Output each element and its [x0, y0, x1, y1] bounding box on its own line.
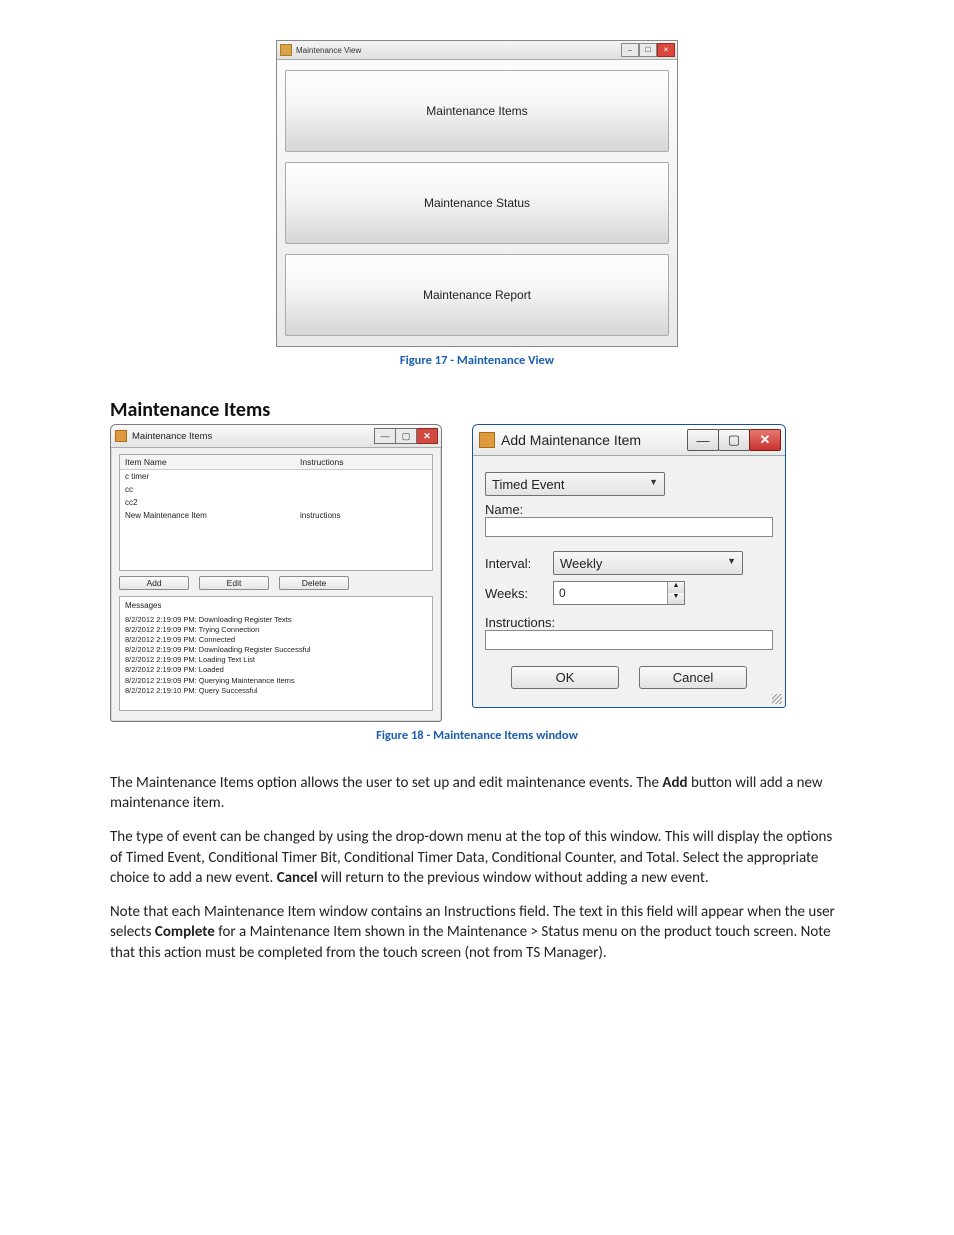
col-header-name: Item Name	[120, 455, 295, 469]
maximize-button[interactable]: ☐	[639, 43, 657, 57]
ok-button[interactable]: OK	[511, 666, 619, 689]
window-title: Add Maintenance Item	[501, 432, 641, 448]
stepper-up-icon[interactable]: ▲	[668, 582, 684, 593]
interval-label: Interval:	[485, 556, 545, 571]
messages-label: Messages	[125, 601, 427, 612]
cancel-button[interactable]: Cancel	[639, 666, 747, 689]
maintenance-items-button[interactable]: Maintenance Items	[285, 70, 669, 152]
bold-add: Add	[662, 774, 687, 792]
cell-instructions	[295, 496, 432, 509]
items-list[interactable]: Item Name Instructions c timer cc cc2 Ne…	[119, 454, 433, 571]
message-line: 8/2/2012 2:19:09 PM: Downloading Registe…	[125, 645, 427, 655]
minimize-button[interactable]: –	[621, 43, 639, 57]
event-type-value: Timed Event	[492, 477, 565, 492]
list-row[interactable]: c timer	[120, 470, 432, 483]
weeks-value: 0	[554, 582, 667, 604]
instructions-input[interactable]	[485, 630, 773, 650]
edit-button[interactable]: Edit	[199, 576, 269, 590]
cell-instructions	[295, 483, 432, 496]
paragraph-1: The Maintenance Items option allows the …	[110, 773, 844, 814]
interval-value: Weekly	[560, 556, 602, 571]
text: will return to the previous window witho…	[318, 869, 709, 887]
resize-grip-icon[interactable]	[772, 694, 782, 704]
col-header-instructions: Instructions	[295, 455, 432, 469]
window-titlebar: Maintenance View – ☐ ✕	[277, 41, 677, 60]
bold-cancel: Cancel	[277, 869, 318, 887]
list-row[interactable]: cc	[120, 483, 432, 496]
window-controls: – ☐ ✕	[621, 43, 675, 57]
cell-instructions	[295, 470, 432, 483]
figure-caption: Figure 18 - Maintenance Items window	[110, 728, 844, 743]
list-row[interactable]: cc2	[120, 496, 432, 509]
minimize-button[interactable]: —	[687, 429, 719, 451]
delete-button[interactable]: Delete	[279, 576, 349, 590]
window-body: Item Name Instructions c timer cc cc2 Ne…	[111, 448, 441, 721]
app-icon	[280, 44, 292, 56]
cell-name: cc2	[120, 496, 295, 509]
close-button[interactable]: ✕	[657, 43, 675, 57]
figure-18-row: Maintenance Items — ▢ ✕ Item Name Instru…	[110, 424, 844, 722]
interval-select[interactable]: Weekly	[553, 551, 743, 575]
stepper-down-icon[interactable]: ▼	[668, 593, 684, 604]
window-title: Maintenance Items	[132, 431, 212, 442]
message-line: 8/2/2012 2:19:09 PM: Loading Text List	[125, 655, 427, 665]
button-label: Maintenance Items	[426, 104, 527, 118]
window-titlebar: Maintenance Items — ▢ ✕	[111, 425, 441, 448]
cell-name: New Maintenance Item	[120, 509, 295, 522]
message-line: 8/2/2012 2:19:10 PM: Query Successful	[125, 686, 427, 696]
add-maintenance-item-window: Add Maintenance Item — ▢ ✕ Timed Event N…	[472, 424, 786, 708]
app-icon	[479, 432, 495, 448]
maximize-button[interactable]: ▢	[718, 429, 750, 451]
message-line: 8/2/2012 2:19:09 PM: Trying Connection	[125, 625, 427, 635]
paragraph-3: Note that each Maintenance Item window c…	[110, 902, 844, 963]
window-title: Maintenance View	[296, 46, 361, 55]
instructions-label: Instructions:	[485, 615, 773, 630]
text: for a Maintenance Item shown in the Main…	[110, 923, 831, 961]
text: The Maintenance Items option allows the …	[110, 774, 662, 792]
stepper-arrows: ▲ ▼	[667, 582, 684, 604]
close-button[interactable]: ✕	[749, 429, 781, 451]
messages-panel: Messages 8/2/2012 2:19:09 PM: Downloadin…	[119, 596, 433, 711]
maintenance-view-window: Maintenance View – ☐ ✕ Maintenance Items…	[276, 40, 678, 347]
maximize-button[interactable]: ▢	[396, 428, 417, 444]
maintenance-status-button[interactable]: Maintenance Status	[285, 162, 669, 244]
bold-complete: Complete	[155, 923, 215, 941]
button-label: Maintenance Report	[423, 288, 531, 302]
app-icon	[115, 430, 127, 442]
window-titlebar: Add Maintenance Item — ▢ ✕	[473, 425, 785, 456]
button-label: Maintenance Status	[424, 196, 530, 210]
figure-caption: Figure 17 - Maintenance View	[110, 353, 844, 368]
close-button[interactable]: ✕	[417, 428, 438, 444]
list-button-row: Add Edit Delete	[119, 576, 433, 590]
name-label: Name:	[485, 502, 773, 517]
message-line: 8/2/2012 2:19:09 PM: Querying Maintenanc…	[125, 676, 427, 686]
cell-name: c timer	[120, 470, 295, 483]
name-input[interactable]	[485, 517, 773, 537]
minimize-button[interactable]: —	[374, 428, 396, 444]
event-type-select[interactable]: Timed Event	[485, 472, 665, 496]
list-row[interactable]: New Maintenance Item instructions	[120, 509, 432, 522]
maintenance-items-window: Maintenance Items — ▢ ✕ Item Name Instru…	[110, 424, 442, 722]
window-controls: — ▢ ✕	[687, 429, 781, 451]
add-button[interactable]: Add	[119, 576, 189, 590]
paragraph-2: The type of event can be changed by usin…	[110, 827, 844, 888]
list-header: Item Name Instructions	[120, 455, 432, 470]
window-controls: — ▢ ✕	[374, 428, 438, 444]
cell-name: cc	[120, 483, 295, 496]
message-line: 8/2/2012 2:19:09 PM: Downloading Registe…	[125, 615, 427, 625]
section-heading: Maintenance Items	[110, 398, 844, 422]
weeks-stepper[interactable]: 0 ▲ ▼	[553, 581, 685, 605]
dialog-button-row: OK Cancel	[485, 666, 773, 689]
cell-instructions: instructions	[295, 509, 432, 522]
maintenance-report-button[interactable]: Maintenance Report	[285, 254, 669, 336]
message-line: 8/2/2012 2:19:09 PM: Loaded	[125, 665, 427, 675]
weeks-label: Weeks:	[485, 586, 545, 601]
message-line: 8/2/2012 2:19:09 PM: Connected	[125, 635, 427, 645]
dialog-body: Timed Event Name: Interval: Weekly Weeks…	[473, 456, 785, 703]
